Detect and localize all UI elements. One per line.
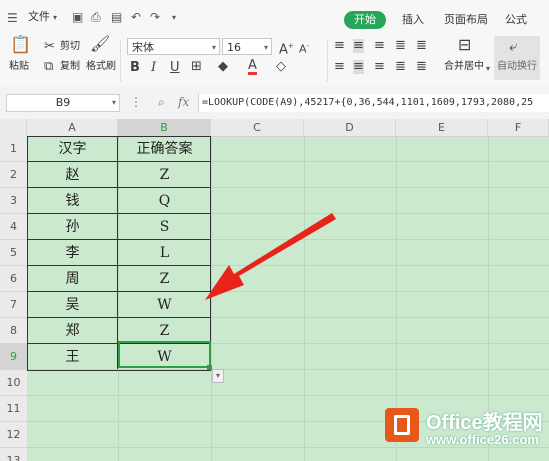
red-arrow-annotation: [205, 213, 336, 300]
watermark-url: www.office26.com: [426, 432, 539, 447]
arrow-shape: [205, 213, 336, 300]
watermark-title: Office教程网: [426, 412, 543, 434]
office-logo-icon: [385, 408, 419, 442]
